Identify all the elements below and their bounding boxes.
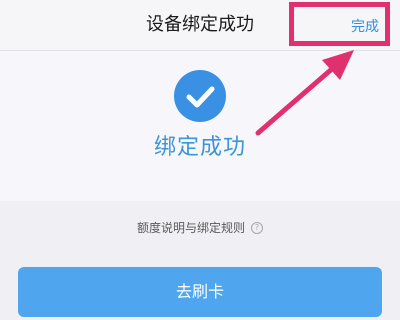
question-icon: ? xyxy=(251,221,263,234)
check-icon xyxy=(174,70,226,122)
rules-link[interactable]: 额度说明与绑定规则? xyxy=(0,215,400,241)
success-panel: 绑定成功 xyxy=(0,51,400,201)
check-mark xyxy=(186,86,215,108)
swipe-card-button[interactable]: 去刷卡 xyxy=(18,267,382,317)
rules-link-label: 额度说明与绑定规则 xyxy=(136,221,245,235)
annotation-highlight-box xyxy=(289,2,390,46)
success-message: 绑定成功 xyxy=(153,135,246,160)
